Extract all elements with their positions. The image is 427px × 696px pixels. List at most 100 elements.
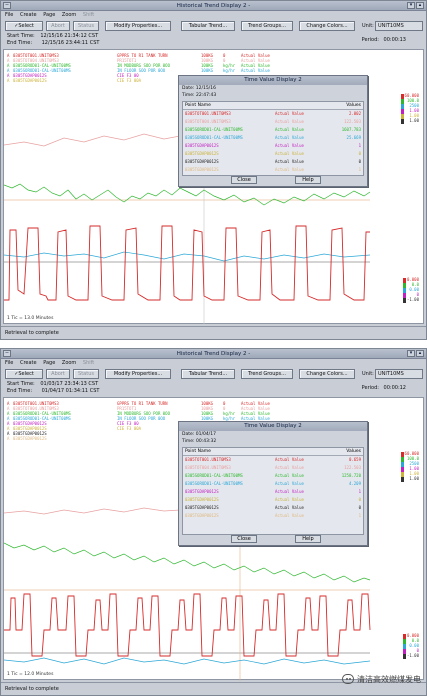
maximize-icon[interactable]: ▴ [416, 2, 424, 9]
dialog-value-label: Actual Value [275, 127, 304, 132]
dialog-help-button[interactable]: Help [295, 176, 321, 184]
menu-page[interactable]: Page [43, 12, 55, 18]
dialog-value-row[interactable]: 0305TGDAP0012S Actual Value 0 [183, 504, 363, 512]
dialog-value-row[interactable]: 0305SOROD01-CAL-UNIT00MS Actual Value 4.20… [183, 480, 363, 488]
window-titlebar[interactable]: ─ Historical Trend Display 2 - ▾ ▴ [1, 349, 426, 359]
legend-description: CIE F3 00A [117, 426, 142, 431]
dialog-title[interactable]: Time Value Display 2 [179, 76, 367, 85]
menubar: File Create Page Zoom Shift [1, 359, 426, 368]
dialog-value-row[interactable]: 0305TOT004.UNIT0MS3 Actual Value 122.503 [183, 464, 363, 472]
menu-shift[interactable]: Shift [83, 12, 94, 18]
legend-value: kg/hr [223, 68, 236, 73]
tabular-trend-button[interactable]: Tabular Trend... [181, 369, 235, 379]
window-title: Historical Trend Display 2 - [176, 351, 251, 357]
select-button[interactable]: ✓Select [5, 369, 43, 379]
dialog-point-name: 0305TOT001.UNIT0MS3 [185, 457, 231, 462]
minimize-icon[interactable]: ▾ [407, 350, 415, 357]
dialog-value-label: Actual Value [275, 159, 304, 164]
trend-line-green [4, 183, 371, 206]
dialog-value-label: Actual Value [275, 457, 304, 462]
dialog-value-label: Actual Value [275, 465, 304, 470]
dialog-value-row[interactable]: 0305SOROD01-CAL-UNIT00MS Actual Value 1607… [183, 126, 363, 134]
scale-value-label: 1.00 [400, 477, 420, 483]
abort-button[interactable]: Abort [46, 21, 70, 31]
menu-zoom[interactable]: Zoom [62, 360, 76, 366]
window-menu-icon[interactable]: ─ [3, 350, 11, 357]
trend-plot-area[interactable]: A 0305TOT001.UNIT0MS3 GPPRS TO R1 TANK TUR… [3, 49, 424, 325]
dialog-value: 0.659 [348, 457, 361, 462]
change-colors-button[interactable]: Change Colors... [299, 21, 355, 31]
modify-properties-button[interactable]: Modify Properties... [105, 369, 171, 379]
time-range: Start Time: 12/15/16 21:34:12 CST End Ti… [1, 33, 426, 49]
dialog-value-row[interactable]: 0305TGDAP0012S Actual Value 1 [183, 142, 363, 150]
col-values: Values [346, 449, 361, 454]
dialog-value-row[interactable]: 0305TGDAP0012S Actual Value 0 [183, 496, 363, 504]
legend-marker: A [7, 78, 10, 83]
menu-shift[interactable]: Shift [83, 360, 94, 366]
dialog-point-name: 0305TGDAP0012S [185, 167, 219, 172]
trend-plot-area[interactable]: A 0305TOT001.UNIT0MS3 GPPRS TO R1 TANK TUR… [3, 397, 424, 681]
scale-low-labels: 0.000 0.0 0.00 0 -1.00 [402, 633, 420, 659]
dialog-value-row[interactable]: 0305TGDAP0012S Actual Value 1 [183, 488, 363, 496]
window-titlebar[interactable]: ─ Historical Trend Display 2 - ▾ ▴ [1, 1, 426, 11]
dialog-point-name: 0305TOT004.UNIT0MS3 [185, 119, 231, 124]
abort-button[interactable]: Abort [46, 369, 70, 379]
dialog-point-name: 0305TGDAP0012S [185, 159, 219, 164]
menu-page[interactable]: Page [43, 360, 55, 366]
trend-groups-button[interactable]: Trend Groups... [241, 21, 293, 31]
tic-interval-note: 1 Tic = 12.0 Minutes [7, 672, 54, 677]
dialog-close-button[interactable]: Close [231, 535, 257, 543]
col-point-name: Point Name [185, 103, 211, 108]
dialog-value: 122.503 [344, 119, 361, 124]
status-button[interactable]: Status [73, 369, 99, 379]
trend-groups-button[interactable]: Trend Groups... [241, 369, 293, 379]
toolbar: ✓Select Abort Status Modify Properties..… [1, 368, 426, 381]
period-label: Period: [361, 37, 379, 43]
dialog-value-row[interactable]: 0305TGDAP0012S Actual Value 1 [183, 512, 363, 520]
dialog-value-row[interactable]: 0305SOROD01-CAL-UNIT00MS Actual Value 1258… [183, 472, 363, 480]
menu-create[interactable]: Create [20, 12, 37, 18]
dialog-value-row[interactable]: 0305TGDAP0012S Actual Value 0 [183, 150, 363, 158]
unit-select[interactable]: UNIT10MS [375, 21, 423, 31]
legend-value-label: Actual Value [241, 68, 270, 73]
dialog-close-button[interactable]: Close [231, 176, 257, 184]
unit-select[interactable]: UNIT10MS [375, 369, 423, 379]
dialog-date-label: Date: [182, 432, 195, 437]
dialog-value-row[interactable]: 0305TGDAP0012S Actual Value 1 [183, 166, 363, 174]
maximize-icon[interactable]: ▴ [416, 350, 424, 357]
start-time-label: Start Time: [7, 33, 35, 39]
window-menu-icon[interactable]: ─ [3, 2, 11, 9]
dialog-value: 0 [358, 151, 361, 156]
dialog-value-label: Actual Value [275, 505, 304, 510]
status-button[interactable]: Status [73, 21, 99, 31]
dialog-value-row[interactable]: 0305SOROD01-CAL-UNIT00MS Actual Value 25.6… [183, 134, 363, 142]
dialog-value-row[interactable]: 0305TOT001.UNIT0MS3 Actual Value 2.002 [183, 110, 363, 118]
dialog-value-row[interactable]: 0305TOT001.UNIT0MS3 Actual Value 0.659 [183, 456, 363, 464]
legend-description: CIE F3 00A [117, 78, 142, 83]
dialog-value: 0 [358, 497, 361, 502]
time-range: Start Time: 01/03/17 23:34:13 CST End Ti… [1, 381, 426, 397]
dialog-value-row[interactable]: 0305TGDAP0012S Actual Value 0 [183, 158, 363, 166]
dialog-help-button[interactable]: Help [295, 535, 321, 543]
dialog-value-row[interactable]: 0305TOT004.UNIT0MS3 Actual Value 122.503 [183, 118, 363, 126]
tabular-trend-button[interactable]: Tabular Trend... [181, 21, 235, 31]
dialog-value: 122.503 [344, 465, 361, 470]
menu-create[interactable]: Create [20, 360, 37, 366]
trend-line-pink [4, 507, 181, 515]
menu-file[interactable]: File [5, 360, 13, 366]
change-colors-button[interactable]: Change Colors... [299, 369, 355, 379]
select-button[interactable]: ✓Select [5, 21, 43, 31]
menu-zoom[interactable]: Zoom [62, 12, 76, 18]
trend-line-blue [4, 657, 371, 665]
dialog-value-label: Actual Value [275, 135, 304, 140]
trend-window-1: ─ Historical Trend Display 2 - ▾ ▴ File … [0, 0, 427, 340]
period-value: 00:00:13 [383, 37, 406, 43]
dialog-title[interactable]: Time Value Display 2 [179, 422, 367, 431]
minimize-icon[interactable]: ▾ [407, 2, 415, 9]
time-value-dialog: Time Value Display 2 Date: 01/04/17 Time… [178, 421, 368, 546]
menu-file[interactable]: File [5, 12, 13, 18]
trend-line-red [4, 225, 370, 301]
modify-properties-button[interactable]: Modify Properties... [105, 21, 171, 31]
scale-value-label: -1.00 [402, 654, 420, 659]
dialog-time-value: 00:43:32 [195, 439, 217, 444]
